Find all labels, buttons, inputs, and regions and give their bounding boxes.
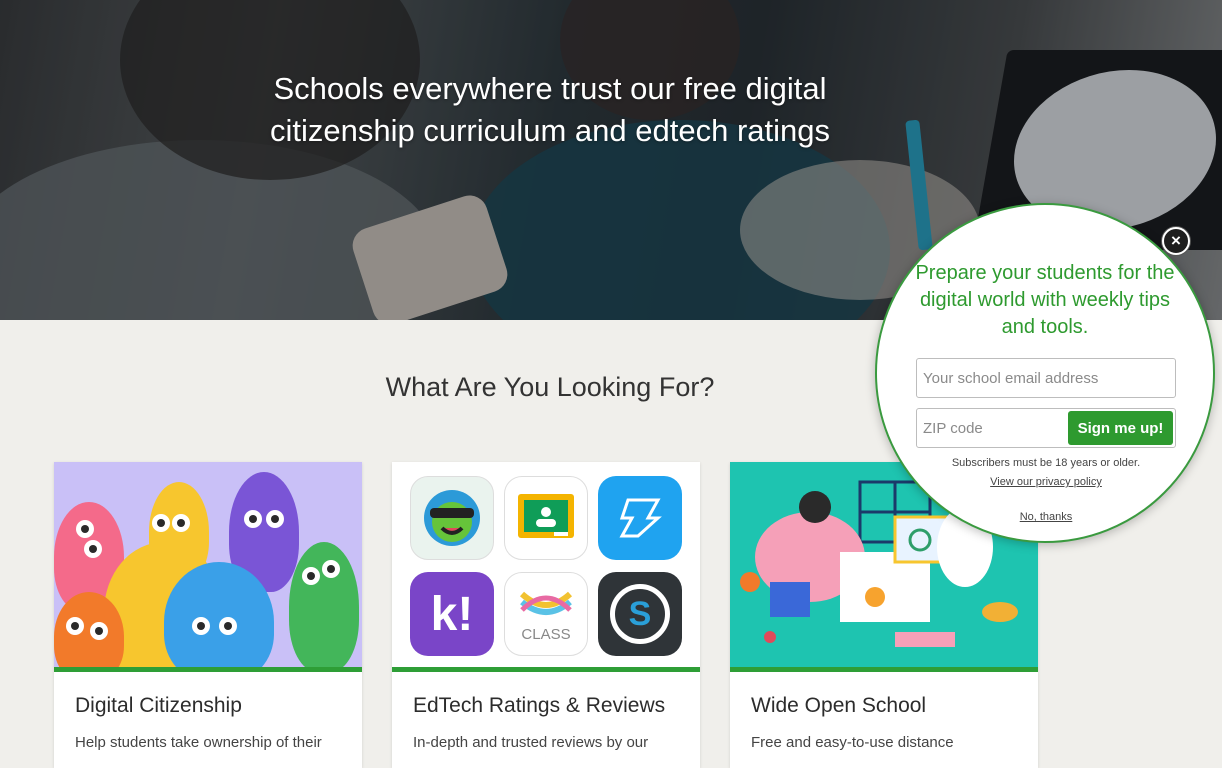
card-description: In-depth and trusted reviews by our <box>413 734 649 751</box>
app-icon-nearpod <box>598 476 682 560</box>
card-title: Wide Open School <box>751 694 927 717</box>
close-icon[interactable]: × <box>1162 227 1190 255</box>
card-accent-bar <box>54 667 362 672</box>
popup-heading: Prepare your students for the digital wo… <box>915 262 1175 338</box>
no-thanks-link[interactable]: No, thanks <box>916 511 1176 523</box>
app-icon-classroom <box>504 476 588 560</box>
edtech-apps-illustration: k! CLASS S <box>392 462 700 667</box>
email-field[interactable] <box>916 358 1176 398</box>
digital-citizenship-illustration <box>54 462 362 667</box>
app-icon-kahoot: k! <box>410 572 494 656</box>
privacy-policy-link[interactable]: View our privacy policy <box>916 476 1176 488</box>
card-accent-bar <box>392 667 700 672</box>
age-note: Subscribers must be 18 years or older. <box>951 457 1141 469</box>
sign-up-button[interactable]: Sign me up! <box>1068 411 1173 445</box>
card-description: Free and easy-to-use distance <box>751 734 954 751</box>
card-digital-citizenship[interactable]: Digital Citizenship Help students take o… <box>54 462 362 768</box>
hero-title: Schools everywhere trust our free digita… <box>270 71 830 148</box>
app-icon-class: CLASS <box>504 572 588 656</box>
app-icon-schoology: S <box>598 572 682 656</box>
card-accent-bar <box>730 667 1038 672</box>
card-title: Digital Citizenship <box>75 694 242 717</box>
card-description: Help students take ownership of their <box>75 734 322 751</box>
card-title: EdTech Ratings & Reviews <box>413 694 666 717</box>
card-edtech-ratings[interactable]: k! CLASS S EdTech Ratings & Reviews In-d… <box>392 462 700 768</box>
app-icon-monster <box>410 476 494 560</box>
